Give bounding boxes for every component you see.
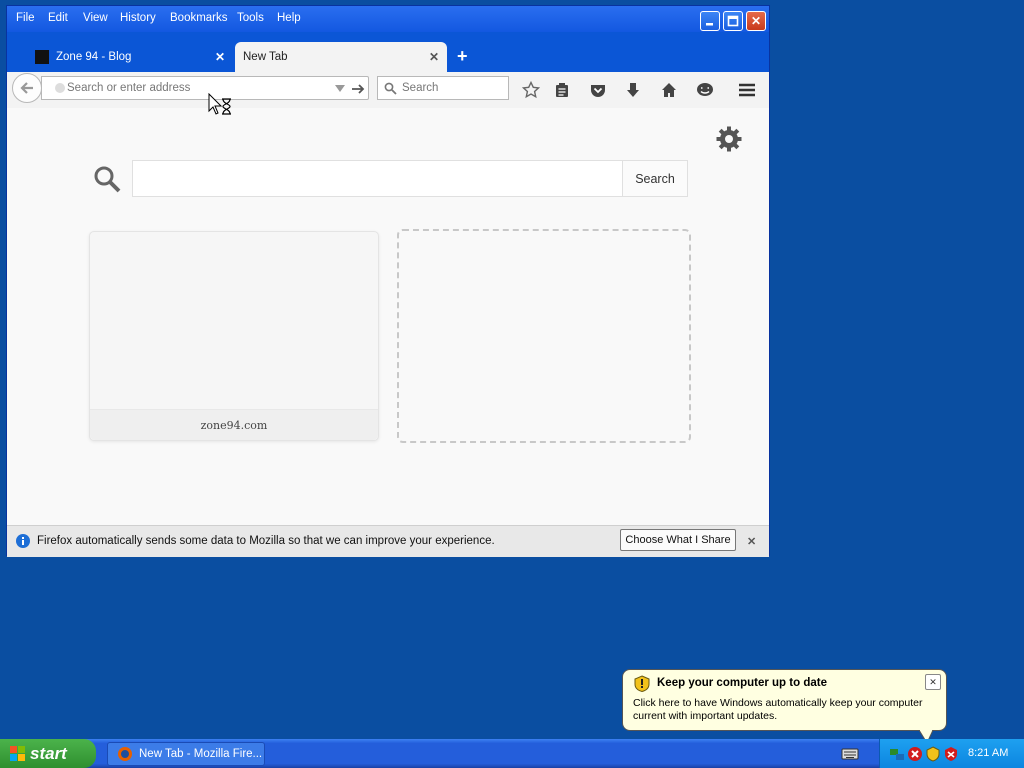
pocket-icon bbox=[591, 85, 605, 97]
tab-bar: Zone 94 - Blog ✕ New Tab ✕ + bbox=[7, 32, 769, 72]
home-button[interactable] bbox=[657, 78, 681, 102]
site-favicon-icon bbox=[35, 50, 49, 64]
update-balloon-tooltip[interactable]: Keep your computer up to date ✕ Click he… bbox=[622, 669, 947, 744]
windows-logo-icon bbox=[10, 746, 25, 761]
search-icon bbox=[384, 82, 397, 95]
new-tab-button[interactable]: + bbox=[457, 46, 468, 67]
taskbar-button-firefox[interactable]: New Tab - Mozilla Fire... bbox=[107, 742, 265, 766]
taskbar: start New Tab - Mozilla Fire... 8:21 AM bbox=[0, 739, 1024, 768]
tab-close-button[interactable]: ✕ bbox=[215, 50, 225, 64]
busy-cursor-icon bbox=[208, 93, 231, 115]
hello-button[interactable] bbox=[693, 78, 717, 102]
balloon-title: Keep your computer up to date bbox=[657, 677, 827, 689]
open-menu-button[interactable] bbox=[735, 78, 759, 102]
star-icon bbox=[522, 81, 540, 99]
start-label: start bbox=[30, 743, 67, 763]
menu-bookmarks[interactable]: Bookmarks bbox=[170, 12, 228, 24]
firefox-window: File Edit View History Bookmarks Tools H… bbox=[6, 5, 770, 557]
security-center-icon[interactable] bbox=[943, 746, 959, 762]
menu-view[interactable]: View bbox=[83, 12, 108, 24]
tab-new-tab[interactable]: New Tab ✕ bbox=[235, 42, 447, 72]
go-arrow-icon[interactable] bbox=[351, 82, 365, 96]
telemetry-notification-bar: Firefox automatically sends some data to… bbox=[7, 525, 769, 557]
downloads-button[interactable] bbox=[621, 78, 645, 102]
hamburger-menu-icon bbox=[739, 83, 755, 97]
tab-label: Zone 94 - Blog bbox=[56, 51, 132, 63]
taskbar-button-label: New Tab - Mozilla Fire... bbox=[139, 748, 263, 760]
gear-icon[interactable] bbox=[715, 125, 743, 153]
search-icon bbox=[94, 166, 121, 193]
notification-message: Firefox automatically sends some data to… bbox=[37, 535, 495, 547]
home-icon bbox=[662, 83, 676, 97]
clipboard-icon bbox=[556, 83, 568, 97]
menu-history[interactable]: History bbox=[120, 12, 156, 24]
tab-label: New Tab bbox=[243, 51, 288, 63]
tab-close-button[interactable]: ✕ bbox=[429, 50, 439, 64]
back-button[interactable] bbox=[12, 73, 42, 103]
new-tab-page: Search zone94.com bbox=[7, 108, 769, 525]
start-button[interactable]: start bbox=[0, 739, 96, 768]
minimize-button[interactable] bbox=[700, 11, 720, 31]
identity-icon bbox=[55, 83, 65, 93]
close-icon: ✕ bbox=[750, 14, 762, 28]
menu-edit[interactable]: Edit bbox=[48, 12, 68, 24]
top-site-tile-zone94[interactable]: zone94.com bbox=[89, 231, 379, 441]
balloon-close-button[interactable]: ✕ bbox=[925, 674, 941, 690]
security-shield-icon bbox=[634, 675, 650, 692]
maximize-icon bbox=[727, 15, 739, 27]
menu-tools[interactable]: Tools bbox=[237, 12, 264, 24]
notification-close-button[interactable]: ✕ bbox=[747, 535, 756, 548]
clock: 8:21 AM bbox=[968, 747, 1009, 759]
download-arrow-icon bbox=[627, 83, 639, 97]
chat-bubble-icon bbox=[697, 83, 713, 96]
back-arrow-icon bbox=[20, 82, 33, 94]
menu-file[interactable]: File bbox=[16, 12, 35, 24]
menu-help[interactable]: Help bbox=[277, 12, 301, 24]
choose-what-i-share-button[interactable]: Choose What I Share bbox=[620, 529, 736, 551]
close-window-button[interactable]: ✕ bbox=[746, 11, 766, 31]
url-bar[interactable]: Search or enter address bbox=[41, 76, 369, 100]
maximize-button[interactable] bbox=[723, 11, 743, 31]
search-input[interactable]: Search bbox=[402, 82, 438, 94]
search-bar[interactable]: Search bbox=[377, 76, 509, 100]
navigation-toolbar: Search or enter address Search bbox=[7, 72, 769, 109]
network-icon[interactable] bbox=[889, 746, 905, 762]
menu-bar: File Edit View History Bookmarks Tools H… bbox=[7, 6, 769, 32]
tab-zone94-blog[interactable]: Zone 94 - Blog ✕ bbox=[25, 42, 233, 72]
tile-label: zone94.com bbox=[90, 409, 378, 440]
error-x-icon[interactable] bbox=[907, 746, 923, 762]
dropdown-arrow-icon[interactable] bbox=[335, 85, 345, 93]
empty-tile-placeholder bbox=[397, 229, 691, 443]
balloon-body: Click here to have Windows automatically… bbox=[633, 697, 923, 722]
security-shield-icon[interactable] bbox=[925, 746, 941, 762]
newtab-search-button[interactable]: Search bbox=[622, 160, 688, 197]
system-tray: 8:21 AM bbox=[879, 739, 1024, 768]
bookmarks-menu-button[interactable] bbox=[550, 78, 574, 102]
pocket-button[interactable] bbox=[586, 78, 610, 102]
keyboard-icon[interactable] bbox=[841, 747, 859, 761]
url-input[interactable]: Search or enter address bbox=[67, 82, 190, 94]
bookmark-star-button[interactable] bbox=[519, 78, 543, 102]
info-icon bbox=[16, 534, 30, 548]
newtab-search-input[interactable] bbox=[132, 160, 623, 197]
firefox-icon bbox=[118, 747, 132, 761]
minimize-icon bbox=[706, 23, 713, 26]
